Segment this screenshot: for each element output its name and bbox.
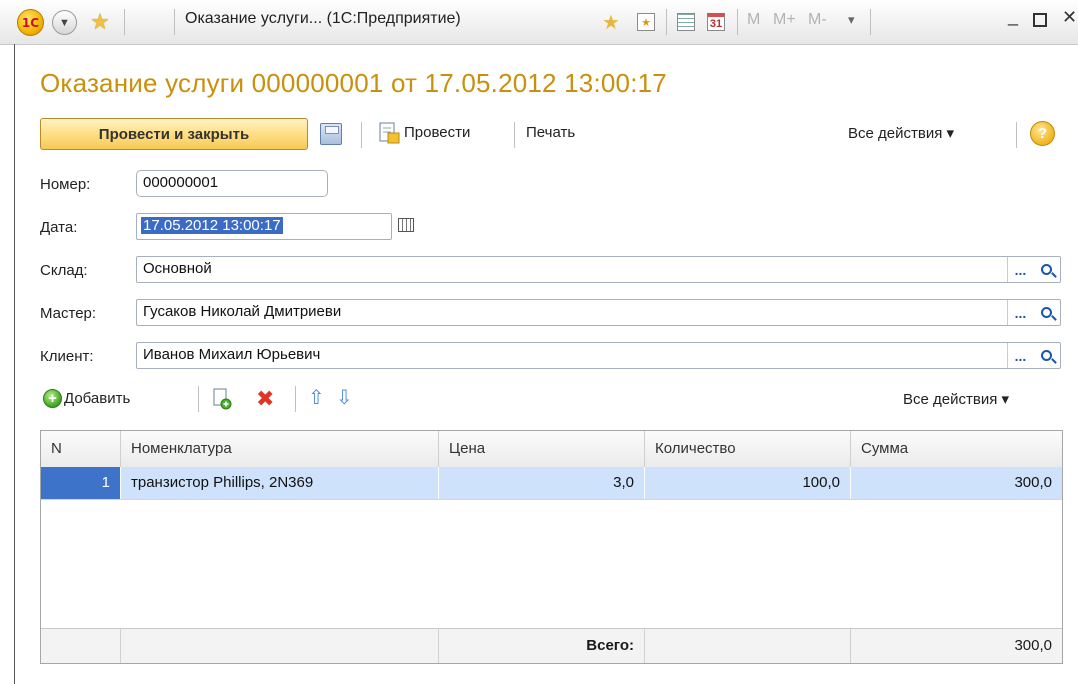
column-header-item[interactable]: Номенклатура (121, 431, 439, 467)
separator (361, 122, 362, 148)
footer-cell (121, 629, 439, 663)
date-label: Дата: (40, 219, 78, 236)
memory-m-button[interactable]: M (747, 11, 760, 29)
footer-cell (645, 629, 851, 663)
warehouse-label: Склад: (40, 262, 88, 279)
table-all-actions-menu[interactable]: Все действия ▾ (903, 390, 1009, 408)
column-header-price[interactable]: Цена (439, 431, 645, 467)
search-icon[interactable] (1033, 343, 1059, 368)
copy-row-icon[interactable] (212, 388, 232, 410)
separator (1016, 122, 1017, 148)
document-heading: Оказание услуги 000000001 от 17.05.2012 … (40, 68, 667, 98)
memory-plus-button[interactable]: M+ (773, 11, 796, 29)
move-down-icon[interactable]: ⇩ (336, 385, 353, 410)
close-icon[interactable]: ✕ (1062, 7, 1077, 28)
separator (174, 9, 175, 35)
add-icon[interactable]: + (43, 389, 62, 408)
cell-item[interactable]: транзистор Phillips, 2N369 (121, 467, 439, 499)
title-bar: 1С ▼ ★ Оказание услуги... (1С:Предприяти… (0, 0, 1078, 45)
calendar-picker-icon[interactable] (398, 218, 414, 232)
separator (198, 386, 199, 412)
items-table[interactable]: N Номенклатура Цена Количество Сумма 1 т… (40, 430, 1063, 664)
number-label: Номер: (40, 176, 91, 193)
window-border (14, 44, 15, 684)
favorite-star-icon[interactable]: ★ (598, 9, 624, 35)
column-header-n[interactable]: N (41, 431, 121, 467)
maximize-icon[interactable] (1033, 13, 1047, 27)
table-header: N Номенклатура Цена Количество Сумма (41, 431, 1062, 468)
client-pick-button[interactable]: ... (1007, 343, 1033, 368)
date-value: 17.05.2012 13:00:17 (141, 217, 283, 234)
help-icon[interactable]: ? (1030, 121, 1055, 146)
master-field[interactable]: Гусаков Николай Дмитриеви (136, 299, 1061, 326)
total-sum: 300,0 (1014, 637, 1052, 654)
post-document-icon[interactable] (377, 121, 401, 145)
memory-minus-button[interactable]: M- (808, 11, 827, 29)
menu-circle-icon[interactable]: ▼ (52, 10, 77, 35)
separator (666, 9, 667, 35)
master-label: Мастер: (40, 305, 97, 322)
save-icon[interactable] (320, 123, 342, 145)
separator (295, 386, 296, 412)
client-field[interactable]: Иванов Михаил Юрьевич (136, 342, 1061, 369)
bookmark-icon[interactable]: ★ (633, 9, 659, 35)
search-icon[interactable] (1033, 300, 1059, 325)
move-up-icon[interactable]: ⇧ (308, 385, 325, 410)
column-header-quantity[interactable]: Количество (645, 431, 851, 467)
app-logo-icon[interactable]: 1С (17, 9, 44, 36)
all-actions-menu[interactable]: Все действия ▾ (848, 124, 954, 142)
post-and-close-button[interactable]: Провести и закрыть (40, 118, 308, 150)
date-field[interactable]: 17.05.2012 13:00:17 (136, 213, 392, 240)
column-header-sum[interactable]: Сумма (851, 431, 1062, 467)
warehouse-pick-button[interactable]: ... (1007, 257, 1033, 282)
cell-price[interactable]: 3,0 (439, 467, 645, 499)
delete-icon[interactable]: ✖ (256, 386, 274, 412)
window-title: Оказание услуги... (1С:Предприятие) (185, 10, 461, 27)
add-button[interactable]: Добавить (64, 390, 130, 407)
cell-quantity[interactable]: 100,0 (645, 467, 851, 499)
warehouse-field[interactable]: Основной (136, 256, 1061, 283)
cell-sum[interactable]: 300,0 (851, 467, 1062, 499)
dropdown-arrow-icon[interactable]: ▾ (848, 12, 855, 28)
footer-cell (41, 629, 121, 663)
calendar-day: 31 (707, 13, 725, 31)
search-icon[interactable] (1033, 257, 1059, 282)
separator (737, 9, 738, 35)
table-footer: Всего: 300,0 (41, 628, 1062, 663)
separator (514, 122, 515, 148)
master-pick-button[interactable]: ... (1007, 300, 1033, 325)
number-field[interactable]: 000000001 (136, 170, 328, 197)
cell-n[interactable]: 1 (41, 467, 121, 499)
star-icon[interactable]: ★ (85, 7, 115, 37)
client-label: Клиент: (40, 348, 94, 365)
separator (870, 9, 871, 35)
post-button[interactable]: Провести (404, 124, 470, 141)
print-button[interactable]: Печать (526, 124, 575, 141)
calculator-icon[interactable] (673, 9, 699, 35)
total-label: Всего: (439, 629, 645, 663)
minimize-icon[interactable]: _ (1008, 6, 1018, 27)
table-row[interactable]: 1 транзистор Phillips, 2N369 3,0 100,0 3… (41, 467, 1062, 500)
separator (124, 9, 125, 35)
calendar-icon[interactable]: 31 (703, 9, 729, 35)
